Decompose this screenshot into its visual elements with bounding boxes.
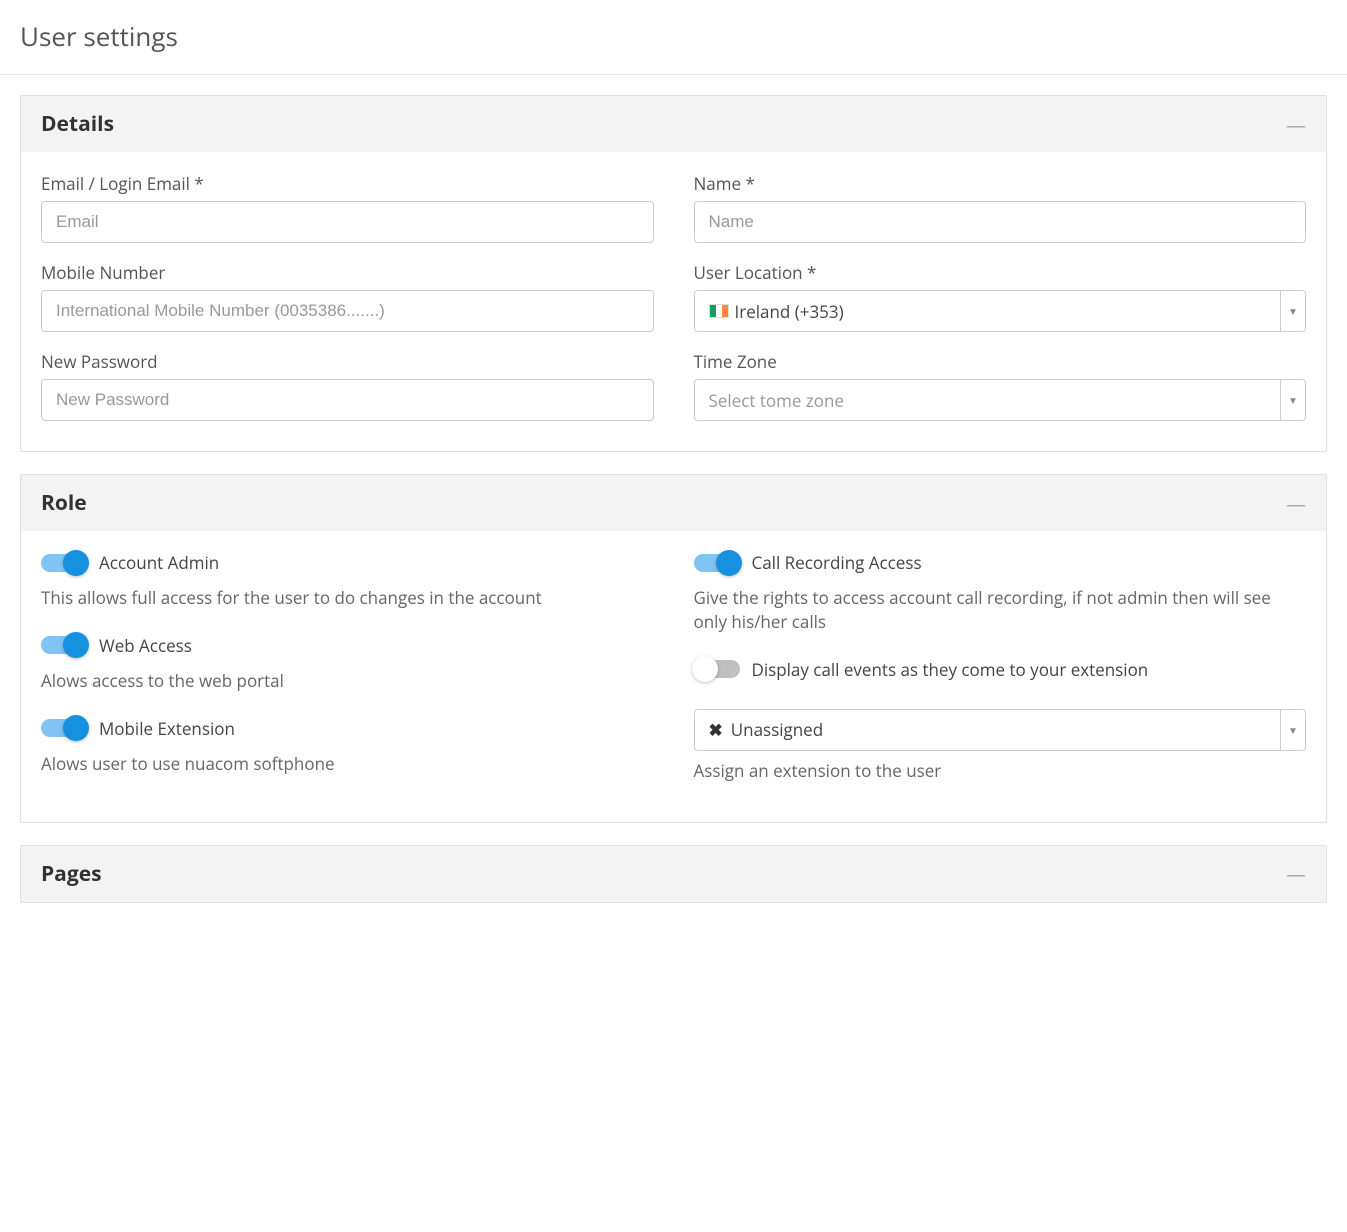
panel-pages-title: Pages: [41, 860, 102, 888]
content: Details — Email / Login Email * Name * M…: [0, 75, 1347, 923]
location-select[interactable]: Ireland (+353) ▼: [694, 290, 1307, 332]
email-label: Email / Login Email *: [41, 172, 654, 195]
panel-details-body: Email / Login Email * Name * Mobile Numb…: [21, 152, 1326, 451]
display-events-label: Display call events as they come to your…: [752, 658, 1149, 681]
toggle-call-recording[interactable]: [694, 554, 740, 572]
panel-role-body: Account Admin This allows full access fo…: [21, 531, 1326, 822]
panel-pages: Pages —: [20, 845, 1327, 903]
chevron-down-icon: ▼: [1280, 290, 1306, 332]
toggle-display-events[interactable]: [694, 660, 740, 678]
timezone-label: Time Zone: [694, 350, 1307, 373]
web-access-help: Alows access to the web portal: [41, 669, 654, 693]
collapse-icon: —: [1286, 490, 1306, 517]
close-icon[interactable]: ✖: [709, 718, 723, 741]
name-field[interactable]: [694, 201, 1307, 243]
password-field[interactable]: [41, 379, 654, 421]
account-admin-help: This allows full access for the user to …: [41, 586, 654, 610]
page-header: User settings: [0, 0, 1347, 75]
call-recording-help: Give the rights to access account call r…: [694, 586, 1307, 634]
panel-pages-header[interactable]: Pages —: [21, 846, 1326, 902]
mobile-extension-label: Mobile Extension: [99, 717, 235, 740]
location-value: Ireland (+353): [735, 300, 844, 323]
call-recording-label: Call Recording Access: [752, 551, 922, 574]
chevron-down-icon: ▼: [1280, 379, 1306, 421]
location-label: User Location *: [694, 261, 1307, 284]
panel-role-header[interactable]: Role —: [21, 475, 1326, 531]
mobile-extension-help: Alows user to use nuacom softphone: [41, 752, 654, 776]
email-field[interactable]: [41, 201, 654, 243]
extension-help: Assign an extension to the user: [694, 759, 1307, 782]
toggle-web-access[interactable]: [41, 636, 87, 654]
collapse-icon: —: [1286, 860, 1306, 887]
page-title: User settings: [20, 18, 1327, 54]
extension-select[interactable]: ✖ Unassigned ▼: [694, 709, 1307, 751]
web-access-label: Web Access: [99, 634, 192, 657]
name-label: Name *: [694, 172, 1307, 195]
password-label: New Password: [41, 350, 654, 373]
panel-details-title: Details: [41, 110, 114, 138]
mobile-label: Mobile Number: [41, 261, 654, 284]
panel-role: Role — Account Admin This allows full ac…: [20, 474, 1327, 823]
mobile-field[interactable]: [41, 290, 654, 332]
timezone-select[interactable]: Select tome zone ▼: [694, 379, 1307, 421]
extension-value: Unassigned: [731, 718, 823, 741]
timezone-placeholder: Select tome zone: [709, 389, 844, 412]
account-admin-label: Account Admin: [99, 551, 219, 574]
toggle-mobile-extension[interactable]: [41, 719, 87, 737]
panel-details: Details — Email / Login Email * Name * M…: [20, 95, 1327, 452]
flag-ireland-icon: [709, 304, 729, 318]
toggle-account-admin[interactable]: [41, 554, 87, 572]
collapse-icon: —: [1286, 111, 1306, 138]
chevron-down-icon: ▼: [1280, 709, 1306, 751]
panel-details-header[interactable]: Details —: [21, 96, 1326, 152]
panel-role-title: Role: [41, 489, 87, 517]
